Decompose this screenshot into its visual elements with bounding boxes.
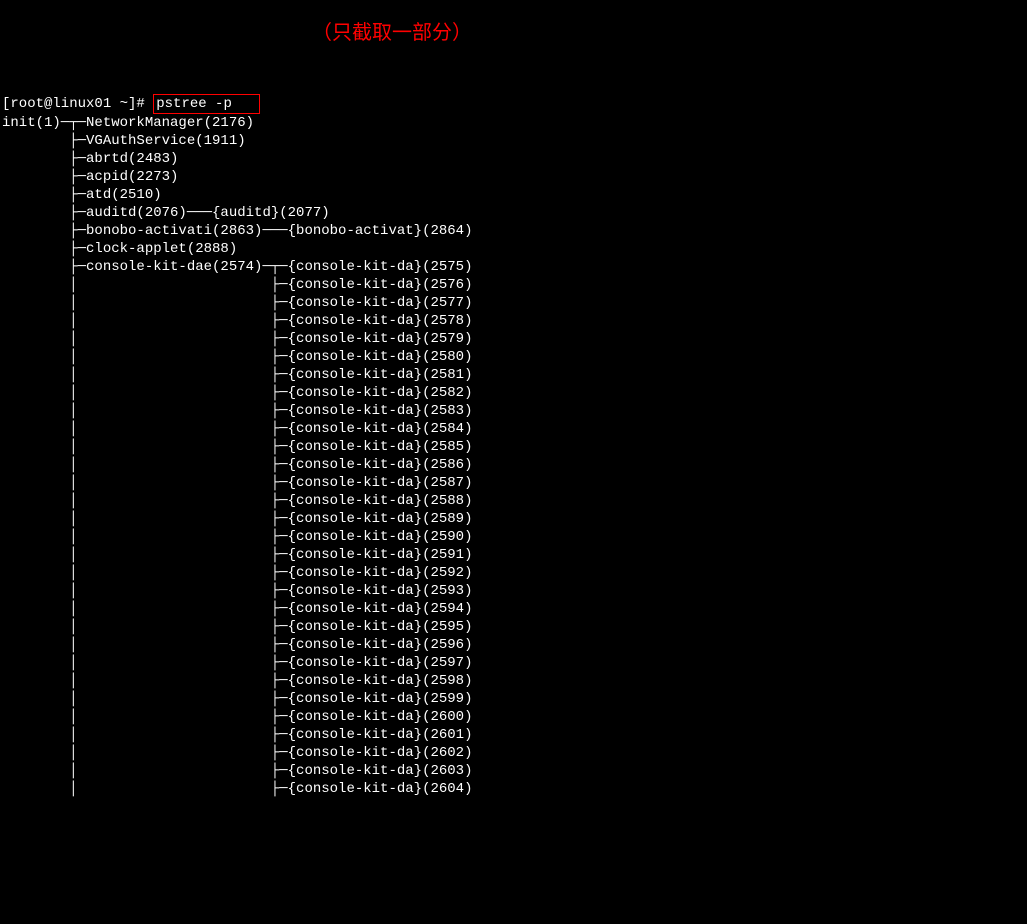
command-text: pstree -p <box>156 96 232 112</box>
shell-prompt: [root@linux01 ~]# <box>2 96 153 112</box>
command-highlight: pstree -p <box>153 94 260 114</box>
prompt-line: [root@linux01 ~]# pstree -p <box>2 94 1027 114</box>
pstree-output: init(1)─┬─NetworkManager(2176) ├─VGAuthS… <box>2 115 472 797</box>
terminal-output: [root@linux01 ~]# pstree -p init(1)─┬─Ne… <box>0 72 1027 798</box>
annotation-label: （只截取一部分） <box>312 24 472 42</box>
